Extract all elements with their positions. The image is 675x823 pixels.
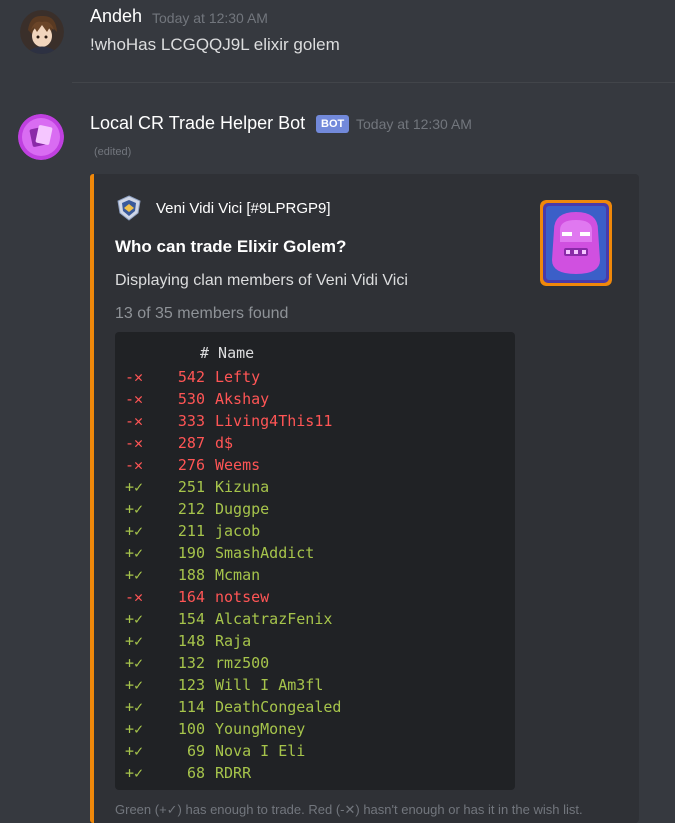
row-rank: 530 [177,390,205,408]
table-row: +✓ 188 Mcman [125,564,341,586]
row-member-name: SmashAddict [215,544,315,562]
table-row: -✕ 333 Living4This11 [125,410,341,432]
table-row: -✕ 287 d$ [125,432,341,454]
message-divider [72,82,675,83]
table-row: -✕ 164 notsew [125,586,341,608]
row-member-name: Kizuna [215,478,270,496]
row-status-sign: +✓ [125,698,144,716]
row-status-sign: -✕ [125,456,144,474]
row-status-sign: -✕ [125,588,144,606]
row-member-name: notsew [215,588,270,606]
row-member-name: d$ [215,434,234,452]
row-member-name: Lefty [215,368,261,386]
members-table: # Name -✕ 542 Lefty -✕ 530 Akshay -✕ 333 Living4… [115,332,515,790]
row-member-name: AlcatrazFenix [215,610,333,628]
row-status-sign: +✓ [125,632,144,650]
bot-username[interactable]: Local CR Trade Helper Bot [90,113,305,134]
row-rank: 154 [177,610,205,628]
row-rank: 132 [177,654,205,672]
table-row: +✓ 123 Will I Am3fl [125,674,341,696]
user-avatar[interactable] [20,10,64,54]
table-row: -✕ 276 Weems [125,454,341,476]
table-row: +✓ 212 Duggpe [125,498,341,520]
row-rank: 276 [177,456,205,474]
table-rows: -✕ 542 Lefty -✕ 530 Akshay -✕ 333 Living4This11-… [125,366,341,784]
embed-description: Displaying clan members of Veni Vidi Vic… [115,272,408,289]
row-rank: 190 [177,544,205,562]
row-rank: 68 [186,764,205,782]
row-rank: 251 [177,478,205,496]
user-message-content: !whoHas LCGQQJ9L elixir golem [90,35,340,54]
row-member-name: Weems [215,456,261,474]
bot-avatar[interactable] [18,114,64,160]
bot-timestamp[interactable]: Today at 12:30 AM [356,116,472,132]
row-status-sign: +✓ [125,676,144,694]
row-member-name: YoungMoney [215,720,306,738]
row-status-sign: +✓ [125,500,144,518]
table-row: +✓ 114 DeathCongealed [125,696,341,718]
table-row: -✕ 530 Akshay [125,388,341,410]
table-row: +✓ 190 SmashAddict [125,542,341,564]
embed-footer: Green (+✓) has enough to trade. Red (-✕)… [115,802,583,817]
user-timestamp[interactable]: Today at 12:30 AM [152,10,268,26]
row-member-name: rmz500 [215,654,270,672]
row-rank: 333 [177,412,205,430]
user-username[interactable]: Andeh [90,6,142,27]
row-status-sign: +✓ [125,610,144,628]
row-status-sign: +✓ [125,478,144,496]
table-row: +✓ 132 rmz500 [125,652,341,674]
table-row: +✓ 154 AlcatrazFenix [125,608,341,630]
row-status-sign: +✓ [125,764,144,782]
embed: Veni Vidi Vici [#9LPRGP9] Who can trade … [90,174,639,823]
clan-badge-icon [116,195,142,221]
row-rank: 212 [177,500,205,518]
row-member-name: DeathCongealed [215,698,342,716]
row-member-name: Raja [215,632,252,650]
row-status-sign: +✓ [125,720,144,738]
row-rank: 188 [177,566,205,584]
row-rank: 123 [177,676,205,694]
row-rank: 69 [186,742,205,760]
row-status-sign: -✕ [125,368,144,386]
row-member-name: jacob [215,522,261,540]
row-status-sign: -✕ [125,390,144,408]
table-row: +✓ 211 jacob [125,520,341,542]
row-rank: 114 [177,698,205,716]
embed-title: Who can trade Elixir Golem? [115,237,347,256]
row-rank: 164 [177,588,205,606]
row-member-name: Living4This11 [215,412,333,430]
row-status-sign: -✕ [125,412,144,430]
row-member-name: RDRR [215,764,252,782]
row-rank: 211 [177,522,205,540]
row-member-name: Will I Am3fl [215,676,324,694]
bot-badge: BOT [316,115,350,133]
table-row: -✕ 542 Lefty [125,366,341,388]
table-row: +✓ 69 Nova I Eli [125,740,341,762]
row-status-sign: +✓ [125,566,144,584]
row-member-name: Duggpe [215,500,270,518]
row-member-name: Nova I Eli [215,742,306,760]
row-member-name: Akshay [215,390,270,408]
table-row: +✓ 251 Kizuna [125,476,341,498]
row-status-sign: +✓ [125,654,144,672]
embed-author[interactable]: Veni Vidi Vici [#9LPRGP9] [156,200,331,217]
members-found-count: 13 of 35 members found [115,305,289,322]
row-status-sign: +✓ [125,544,144,562]
row-rank: 287 [177,434,205,452]
row-member-name: Mcman [215,566,261,584]
table-row: +✓ 148 Raja [125,630,341,652]
table-header: # Name [200,344,255,362]
table-row: +✓ 100 YoungMoney [125,718,341,740]
row-rank: 100 [177,720,205,738]
row-status-sign: +✓ [125,522,144,540]
table-row: +✓ 68 RDRR [125,762,341,784]
row-status-sign: +✓ [125,742,144,760]
elixir-golem-card-icon[interactable] [540,200,612,286]
row-status-sign: -✕ [125,434,144,452]
edited-label: (edited) [94,146,132,158]
row-rank: 148 [177,632,205,650]
row-rank: 542 [177,368,205,386]
embed-accent-bar [90,174,94,823]
